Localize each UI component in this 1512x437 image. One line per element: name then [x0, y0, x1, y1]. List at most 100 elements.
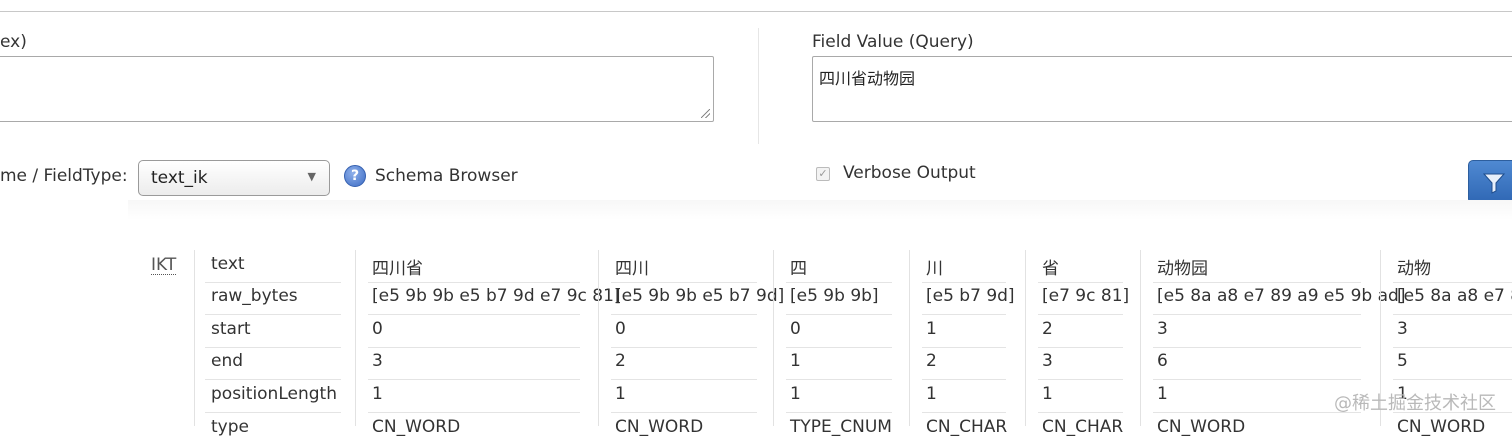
row-divider [1153, 412, 1361, 413]
row-divider [1393, 282, 1512, 283]
row-divider [922, 282, 1006, 283]
token-text-cell: 川 [926, 259, 943, 279]
resize-handle-icon[interactable] [701, 109, 710, 118]
token-start-cell: 2 [1042, 319, 1053, 339]
token-text-cell: 四川省 [372, 259, 423, 279]
row-divider [205, 347, 341, 348]
token-raw_bytes-cell: [e5 8a a8 e7 89 a9 e5 9b ad] [1157, 286, 1406, 306]
token-type-cell: CN_WORD [615, 417, 704, 437]
row-divider [786, 282, 892, 283]
token-raw_bytes-cell: [e5 9b 9b e5 b7 9d] [615, 286, 785, 306]
row-divider [1038, 347, 1123, 348]
filter-icon [1482, 173, 1506, 194]
query-field-textarea[interactable]: 四川省动物园 [812, 56, 1512, 122]
column-separator [1025, 250, 1026, 426]
top-divider [0, 11, 1512, 12]
token-type-cell: TYPE_CNUM [790, 417, 892, 437]
row-divider [786, 347, 892, 348]
column-separator [194, 250, 195, 426]
fieldtype-selected-value: text_ik [151, 168, 208, 188]
row-divider [922, 347, 1006, 348]
row-divider [1038, 282, 1123, 283]
row-divider [1393, 379, 1512, 380]
row-divider [1153, 347, 1361, 348]
token-raw_bytes-cell: [e7 9c 81] [1042, 286, 1130, 306]
row-divider [205, 314, 341, 315]
row-divider [922, 379, 1006, 380]
watermark: @稀土掘金技术社区 [1334, 393, 1496, 414]
row-divider [611, 282, 757, 283]
row-divider [922, 412, 1006, 413]
row-divider [786, 314, 892, 315]
fieldtype-select[interactable]: text_ik ▼ [138, 160, 330, 196]
token-positionLength-cell: 1 [790, 384, 801, 404]
row-divider [1393, 347, 1512, 348]
token-type-cell: CN_WORD [1157, 417, 1246, 437]
row-divider [205, 282, 341, 283]
token-positionLength-cell: 1 [926, 384, 937, 404]
token-end-cell: 2 [926, 351, 937, 371]
token-raw_bytes-cell: [e5 9b 9b e5 b7 9d e7 9c 81] [372, 286, 621, 306]
token-text-cell: 省 [1042, 259, 1059, 279]
token-positionLength-cell: 1 [1042, 384, 1053, 404]
token-raw_bytes-cell: [e5 9b 9b] [790, 286, 879, 306]
panel-divider [758, 28, 759, 144]
token-raw_bytes-cell: [e5 8a a8 e7 89 [1397, 286, 1512, 306]
token-text-cell: 四 [790, 259, 807, 279]
column-separator [598, 250, 599, 426]
row-divider [205, 379, 341, 380]
verbose-output-checkbox[interactable]: ✓ [816, 167, 830, 181]
analyse-values-button[interactable] [1468, 160, 1512, 204]
query-field-label: Field Value (Query) [812, 32, 974, 52]
token-positionLength-cell: 1 [1157, 384, 1168, 404]
row-divider [1038, 314, 1123, 315]
row-divider [611, 314, 757, 315]
row-divider [611, 347, 757, 348]
row-divider [1038, 412, 1123, 413]
dropdown-arrow-icon: ▼ [307, 170, 316, 183]
question-icon[interactable]: ? [344, 165, 366, 187]
token-start-cell: 3 [1397, 319, 1408, 339]
column-separator [355, 250, 356, 426]
row-divider [1038, 379, 1123, 380]
index-field-textarea[interactable] [0, 56, 714, 122]
row-divider [1393, 314, 1512, 315]
row-divider [611, 412, 757, 413]
column-separator [1140, 250, 1141, 426]
row-label-type: type [211, 417, 249, 437]
schema-browser-link[interactable]: Schema Browser [375, 166, 518, 186]
row-divider [205, 412, 341, 413]
token-type-cell: CN_CHAR [926, 417, 1008, 437]
token-text-cell: 动物 [1397, 259, 1431, 279]
token-end-cell: 5 [1397, 351, 1408, 371]
row-divider [368, 314, 580, 315]
column-separator [773, 250, 774, 426]
row-divider [1153, 282, 1361, 283]
row-divider [786, 412, 892, 413]
row-label-text: text [211, 254, 245, 274]
token-positionLength-cell: 1 [372, 384, 383, 404]
token-text-cell: 四川 [615, 259, 649, 279]
fieldtype-label: me / FieldType: [0, 166, 128, 186]
row-label-start: start [211, 319, 251, 339]
row-divider [922, 314, 1006, 315]
analyzer-name[interactable]: IKT [151, 256, 177, 275]
checkmark-icon: ✓ [818, 167, 828, 180]
row-divider [368, 282, 580, 283]
token-start-cell: 1 [926, 319, 937, 339]
token-start-cell: 0 [615, 319, 626, 339]
token-start-cell: 3 [1157, 319, 1168, 339]
token-end-cell: 6 [1157, 351, 1168, 371]
row-divider [1153, 314, 1361, 315]
row-divider [786, 379, 892, 380]
token-end-cell: 1 [790, 351, 801, 371]
row-divider [611, 379, 757, 380]
row-divider [368, 379, 580, 380]
row-label-positionLength: positionLength [211, 384, 337, 404]
row-label-end: end [211, 351, 244, 371]
row-label-raw_bytes: raw_bytes [211, 286, 298, 306]
row-divider [368, 412, 580, 413]
token-raw_bytes-cell: [e5 b7 9d] [926, 286, 1015, 306]
token-end-cell: 3 [372, 351, 383, 371]
token-text-cell: 动物园 [1157, 259, 1208, 279]
